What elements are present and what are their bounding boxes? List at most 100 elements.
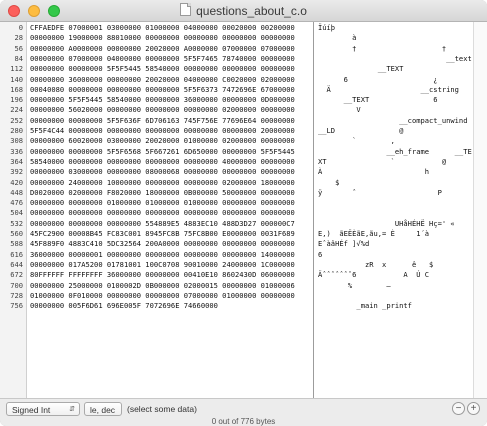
ascii-row[interactable]: XT ` @	[318, 157, 446, 167]
offset-gutter: 0 28 56 84 112 140 168 196 224 252 280 308 336 364 392…	[0, 22, 27, 398]
stepper-icon: ⇵	[69, 406, 75, 413]
hex-row[interactable]: D0020000 02000000 F8020000 18000000 0B00…	[30, 188, 295, 198]
hex-row[interactable]: 00000000 00000000 01000000 01000000 0100…	[30, 198, 295, 208]
ascii-row[interactable]: UHåHÉHË Hç=' «	[318, 219, 455, 229]
ascii-row[interactable]: ÿ ˆ P	[318, 188, 442, 198]
offset-label: 168	[10, 84, 23, 94]
hex-row[interactable]: 00000000 03000000 00000000 08000068 0000…	[30, 167, 295, 177]
offset-label: 504	[10, 208, 23, 218]
add-inspector-button[interactable]: +	[467, 402, 480, 415]
hex-row[interactable]: 5F5F4C44 00000000 00000000 00000000 0000…	[30, 126, 295, 136]
byte-count: 0 out of 776 bytes	[211, 417, 276, 426]
offset-label: 700	[10, 280, 23, 290]
status-bar: Signed Int ⇵ le, dec (select some data) −…	[0, 398, 487, 426]
hex-row[interactable]: 00000000 017A5200 01781001 100C0708 9001…	[30, 260, 295, 270]
document-icon	[180, 3, 192, 16]
offset-label: 308	[10, 136, 23, 146]
offset-label: 196	[10, 95, 23, 105]
hex-row[interactable]: 01000000 0F010000 00000000 00000000 0700…	[30, 291, 295, 301]
offset-label: 56	[14, 43, 23, 53]
offset-label: 112	[10, 64, 23, 74]
ascii-row[interactable]: † †	[318, 44, 446, 54]
ascii-row[interactable]: EˆàâHÉf ]√%d	[318, 239, 369, 249]
ascii-row[interactable]: 6 ¿	[318, 75, 438, 85]
vertical-scrollbar[interactable]	[473, 22, 487, 398]
hex-row[interactable]: 45F889F0 4883C410 5DC32564 200A0000 0000…	[30, 239, 295, 249]
ascii-view[interactable]: Ïúíþ à † † __text __TEXT 6 ¿ Ä __cstring…	[314, 22, 474, 398]
window-title-text: questions_about_c.o	[196, 4, 307, 18]
ascii-row[interactable]: V	[318, 105, 360, 115]
hex-row[interactable]: 00000000 00000000 00000000 554889E5 4883…	[30, 219, 295, 229]
title-bar: questions_about_c.o	[0, 0, 487, 22]
ascii-row[interactable]: Ïúíþ	[318, 23, 335, 33]
offset-label: 560	[10, 229, 23, 238]
offset-label: 420	[10, 177, 23, 187]
offset-label: 364	[10, 156, 23, 166]
ascii-row[interactable]: _main _printf	[318, 301, 412, 311]
offset-label: 644	[10, 259, 23, 269]
offset-label: 672	[10, 270, 23, 280]
offset-label: 756	[10, 301, 23, 311]
selection-hint: (select some data)	[127, 404, 197, 414]
ascii-row[interactable]: À h	[318, 167, 429, 177]
ascii-row[interactable]: __eh_frame __TE	[318, 147, 471, 157]
ascii-row[interactable]: zR x ê $	[318, 260, 433, 270]
offset-label: 28	[14, 33, 23, 43]
ascii-row[interactable]: __text	[318, 54, 472, 64]
endian-select[interactable]: le, dec	[84, 402, 122, 416]
ascii-row[interactable]: % –	[318, 281, 391, 291]
endian-label: le, dec	[90, 405, 116, 415]
hex-row[interactable]: CFFAEDFE 07000001 03000000 01000000 0400…	[30, 23, 295, 33]
hex-row[interactable]: 00000000 60020000 03000000 20020000 0100…	[30, 136, 295, 146]
ascii-row[interactable]: $	[318, 178, 339, 188]
offset-label: 616	[10, 249, 23, 259]
ascii-row[interactable]: ` ,	[318, 136, 395, 146]
window-title: questions_about_c.o	[0, 3, 487, 18]
ascii-row[interactable]: à	[318, 33, 356, 43]
hex-row[interactable]: 00000000 A0000000 00000000 20020000 A000…	[30, 44, 295, 54]
hex-row[interactable]: 00040080 00000000 00000000 00000000 5F5F…	[30, 85, 295, 95]
plus-icon: +	[470, 403, 477, 414]
offset-label: 84	[14, 53, 23, 63]
hex-view[interactable]: CFFAEDFE 07000001 03000000 01000000 0400…	[27, 22, 314, 398]
data-type-select[interactable]: Signed Int ⇵	[6, 402, 80, 416]
hex-row[interactable]: 36000000 00000001 00000000 00000000 0000…	[30, 250, 295, 260]
ascii-row[interactable]: E,) ãEËÈãE,ãu,= È 1´à	[318, 229, 429, 239]
offset-label: 252	[10, 115, 23, 125]
offset-label: 448	[10, 187, 23, 197]
offset-label: 476	[10, 198, 23, 208]
offset-label: 532	[10, 218, 23, 228]
ascii-row[interactable]: Äˆˆˆˆˆˆˆ6 A Ú C	[318, 270, 429, 280]
offset-label: 392	[10, 167, 23, 177]
hex-row[interactable]: 00000000 00000000 5F5F636F 6D706163 745F…	[30, 116, 295, 126]
hex-row[interactable]: 00000000 24000000 10000000 00000000 0000…	[30, 178, 295, 188]
offset-label: 336	[10, 146, 23, 156]
offset-label: 728	[10, 290, 23, 300]
remove-inspector-button[interactable]: −	[452, 402, 465, 415]
offset-label: 140	[10, 74, 23, 84]
offset-label: 588	[10, 239, 23, 249]
hex-row[interactable]: 80FFFFFF FFFFFFFF 36000000 00000000 0041…	[30, 270, 295, 280]
hex-row[interactable]: 00000000 00000000 00000000 00000000 0000…	[30, 208, 295, 218]
ascii-row[interactable]: __TEXT	[318, 64, 404, 74]
hex-row[interactable]: 00000000 07000000 04000000 00000000 5F5F…	[30, 54, 295, 64]
ascii-row[interactable]: 6	[318, 250, 322, 260]
ascii-row[interactable]: __TEXT 6	[318, 95, 438, 105]
hex-row[interactable]: 00000000 5F5F5445 58540000 00000000 3600…	[30, 95, 295, 105]
hex-row[interactable]: 00000000 56020000 00000000 00000000 0000…	[30, 105, 295, 115]
hex-row[interactable]: 00000000 36000000 00000000 20020000 0400…	[30, 75, 295, 85]
ascii-row[interactable]: Ä __cstring	[318, 85, 459, 95]
hex-row[interactable]: 00000000 00000000 5F5F5445 58540000 0000…	[30, 64, 295, 74]
hex-editor-content[interactable]: 0 28 56 84 112 140 168 196 224 252 280 308 336 364 392…	[0, 22, 487, 398]
hex-row[interactable]: 45FC2900 00008B45 FC83C001 8945FC8B 75FC…	[30, 229, 295, 239]
hex-row[interactable]: 58540000 00000000 00000000 00000000 0000…	[30, 157, 295, 167]
hex-row[interactable]: 00000000 005F6D61 696E005F 7072696E 7466…	[30, 301, 218, 311]
data-type-label: Signed Int	[12, 405, 51, 415]
hex-row[interactable]: 00000000 19000000 88010000 00000000 0000…	[30, 33, 295, 43]
offset-label: 0	[18, 23, 23, 32]
hex-row[interactable]: 00000000 25000000 0100002D 0B000000 0200…	[30, 281, 295, 291]
ascii-row[interactable]: __LD @	[318, 126, 403, 136]
hex-row[interactable]: 00000000 00000000 5F5F6568 5F667261 6D65…	[30, 147, 295, 157]
ascii-row[interactable]: __compact_unwind	[318, 116, 467, 126]
offset-label: 280	[10, 126, 23, 135]
